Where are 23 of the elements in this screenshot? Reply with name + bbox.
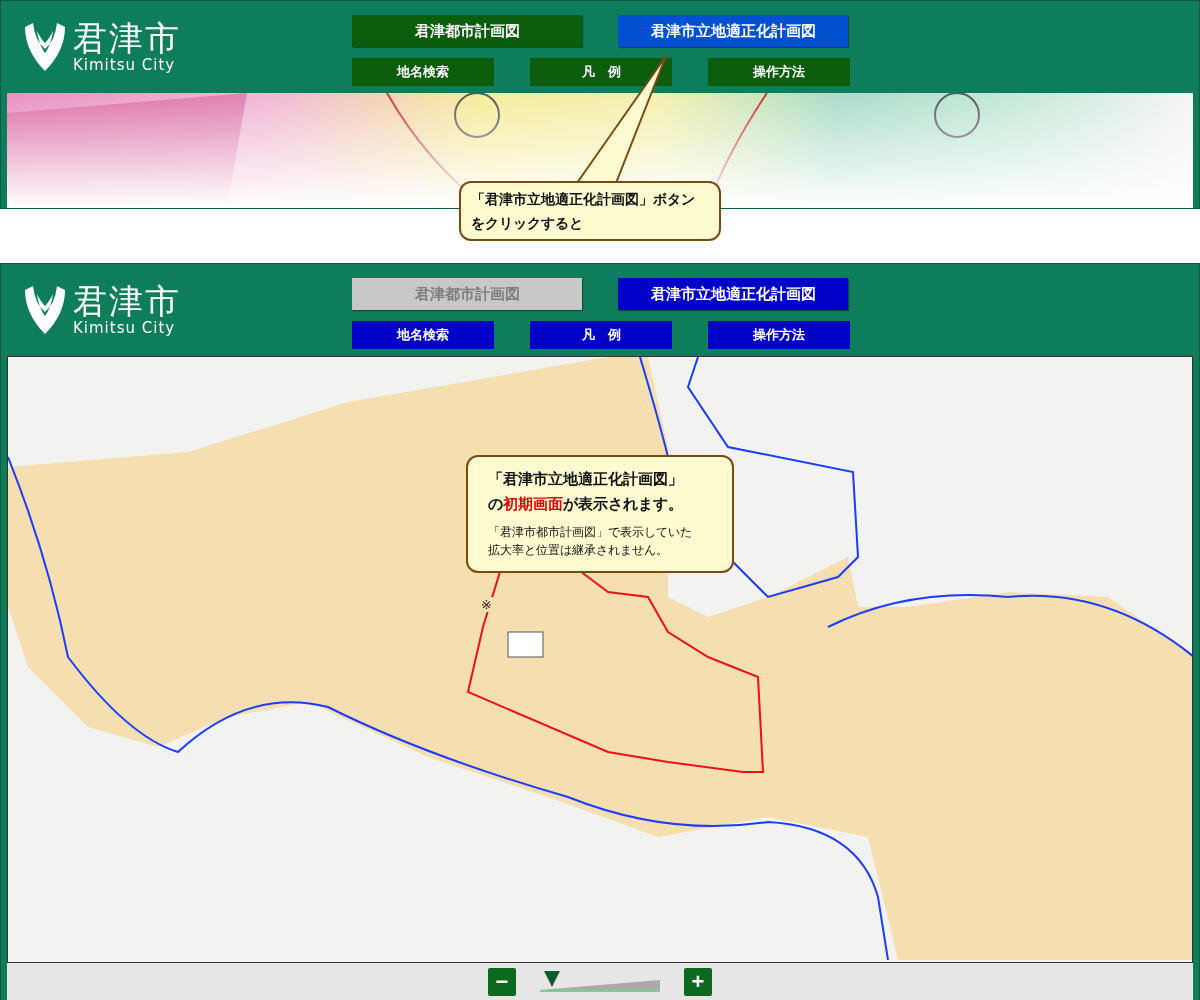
- callout-text: をクリックすると: [471, 214, 584, 233]
- toolbar-button[interactable]: 操作方法: [708, 321, 850, 349]
- callout-note: 「君津市都市計画図」で表示していた 拡大率と位置は継承されません。: [488, 524, 693, 559]
- slider-thumb[interactable]: [543, 969, 561, 988]
- toolbar-button[interactable]: 操作方法: [708, 58, 850, 86]
- logo-subtitle: Kimitsu City: [73, 319, 177, 337]
- map-tab[interactable]: 君津都市計画図: [352, 15, 582, 47]
- toolbar-button[interactable]: 地名検索: [352, 58, 494, 86]
- zoom-slider[interactable]: [540, 969, 660, 994]
- logo-title: 君津市: [73, 283, 181, 319]
- map-marker: ※: [480, 597, 493, 612]
- zoom-in-button[interactable]: +: [684, 967, 712, 996]
- logo-title: 君津市: [73, 20, 181, 56]
- map-tab[interactable]: 君津市立地適正化計画図: [618, 15, 848, 47]
- toolbar-button[interactable]: 地名検索: [352, 321, 494, 349]
- callout-text: 「君津市立地適正化計画図」ボタン: [471, 190, 696, 209]
- callout-text: の初期画面が表示されます。: [488, 494, 684, 515]
- logo-subtitle: Kimitsu City: [73, 56, 177, 74]
- map-tab[interactable]: 君津市立地適正化計画図: [618, 278, 848, 310]
- toolbar-button[interactable]: 凡 例: [530, 58, 672, 86]
- zoom-out-button[interactable]: −: [488, 967, 516, 996]
- toolbar-button[interactable]: 凡 例: [530, 321, 672, 349]
- callout-text: 「君津市立地適正化計画図」: [488, 469, 684, 490]
